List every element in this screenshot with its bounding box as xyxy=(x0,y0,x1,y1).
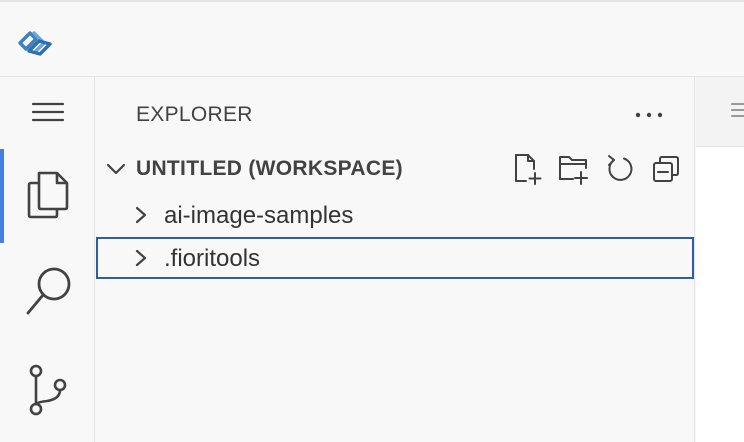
activity-source-control[interactable] xyxy=(0,357,95,427)
tree-item-label: .fioritools xyxy=(164,245,261,272)
workspace-title: UNTITLED (WORKSPACE) xyxy=(136,157,403,180)
app-logo-icon[interactable] xyxy=(16,24,54,62)
title-bar xyxy=(0,0,744,77)
editor-tab-bar xyxy=(696,77,744,147)
workspace-actions xyxy=(512,153,682,185)
tree-item-ai-image-samples[interactable]: ai-image-samples xyxy=(96,194,694,236)
ellipsis-icon[interactable] xyxy=(634,107,664,118)
menu-button[interactable] xyxy=(0,93,95,135)
hamburger-menu-icon xyxy=(31,101,65,128)
chevron-right-icon xyxy=(134,206,148,224)
workspace-header[interactable]: UNTITLED (WORKSPACE) xyxy=(96,149,694,189)
sidebar-title: EXPLORER xyxy=(136,103,253,126)
tree-item-fioritools[interactable]: .fioritools xyxy=(96,237,694,279)
files-icon xyxy=(25,169,71,224)
chevron-down-icon xyxy=(106,162,126,176)
explorer-sidebar: EXPLORER UNTITLED (WORKSPACE) ai-image-s… xyxy=(96,77,695,442)
activity-explorer[interactable] xyxy=(0,149,95,243)
new-file-icon[interactable] xyxy=(512,153,544,185)
collapse-all-icon[interactable] xyxy=(650,153,682,185)
file-lines-icon[interactable] xyxy=(730,101,744,123)
search-icon xyxy=(23,265,73,322)
activity-bar xyxy=(0,77,95,442)
new-folder-icon[interactable] xyxy=(558,153,590,185)
tree-item-label: ai-image-samples xyxy=(164,202,354,229)
refresh-icon[interactable] xyxy=(604,153,636,185)
chevron-right-icon xyxy=(134,249,148,267)
activity-search[interactable] xyxy=(0,263,95,323)
source-control-icon xyxy=(27,363,69,422)
editor-area xyxy=(696,77,744,442)
